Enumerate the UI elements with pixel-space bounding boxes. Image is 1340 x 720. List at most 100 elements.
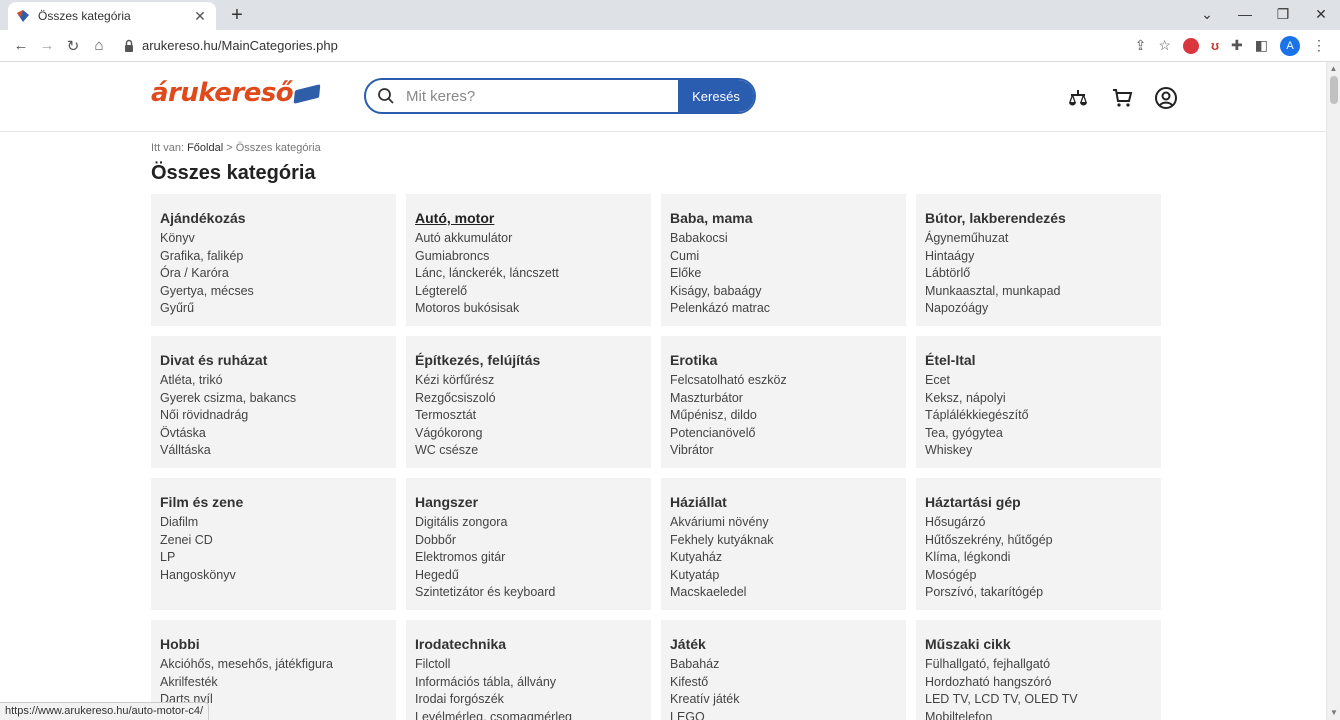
subcategory-link[interactable]: Felcsatolható eszköz [670, 372, 897, 390]
category-title-link[interactable]: Autó, motor [415, 210, 642, 226]
subcategory-link[interactable]: Kutyatáp [670, 567, 897, 585]
ublock-icon[interactable]: ʊ [1211, 38, 1219, 53]
subcategory-link[interactable]: Tea, gyógytea [925, 425, 1152, 443]
subcategory-link[interactable]: Ágyneműhuzat [925, 230, 1152, 248]
side-panel-icon[interactable]: ◧ [1255, 37, 1268, 54]
subcategory-link[interactable]: Fekhely kutyáknak [670, 532, 897, 550]
subcategory-link[interactable]: LP [160, 549, 387, 567]
subcategory-link[interactable]: Termosztát [415, 407, 642, 425]
back-arrow-icon[interactable]: ← [8, 37, 34, 54]
subcategory-link[interactable]: Elektromos gitár [415, 549, 642, 567]
subcategory-link[interactable]: Akcióhős, mesehős, játékfigura [160, 656, 387, 674]
user-account-icon[interactable] [1154, 86, 1178, 110]
subcategory-link[interactable]: Vibrátor [670, 442, 897, 460]
subcategory-link[interactable]: Hűtőszekrény, hűtőgép [925, 532, 1152, 550]
subcategory-link[interactable]: Kifestő [670, 674, 897, 692]
subcategory-link[interactable]: LEGO [670, 709, 897, 720]
subcategory-link[interactable]: Légterelő [415, 283, 642, 301]
minimize-button[interactable]: — [1226, 0, 1264, 30]
category-title-link[interactable]: Film és zene [160, 494, 387, 510]
category-title-link[interactable]: Baba, mama [670, 210, 897, 226]
search-input[interactable] [406, 80, 678, 112]
scrollbar-thumb[interactable] [1330, 76, 1338, 104]
browser-tab[interactable]: Összes kategória ✕ [8, 2, 216, 30]
subcategory-link[interactable]: Kutyaház [670, 549, 897, 567]
compare-scale-icon[interactable] [1066, 86, 1090, 110]
category-title-link[interactable]: Irodatechnika [415, 636, 642, 652]
subcategory-link[interactable]: Lánc, lánckerék, láncszett [415, 265, 642, 283]
subcategory-link[interactable]: Babakocsi [670, 230, 897, 248]
category-title-link[interactable]: Étel-Ital [925, 352, 1152, 368]
scroll-up-arrow-icon[interactable]: ▲ [1327, 62, 1340, 76]
subcategory-link[interactable]: Porszívó, takarítógép [925, 584, 1152, 602]
subcategory-link[interactable]: Gumiabroncs [415, 248, 642, 266]
reload-icon[interactable]: ↻ [60, 37, 86, 55]
bookmark-star-icon[interactable]: ☆ [1158, 37, 1171, 54]
adblock-icon[interactable] [1182, 37, 1199, 54]
subcategory-link[interactable]: Hintaágy [925, 248, 1152, 266]
subcategory-link[interactable]: Övtáska [160, 425, 387, 443]
category-title-link[interactable]: Bútor, lakberendezés [925, 210, 1152, 226]
subcategory-link[interactable]: Macskaeledel [670, 584, 897, 602]
subcategory-link[interactable]: Hangoskönyv [160, 567, 387, 585]
subcategory-link[interactable]: Rezgőcsiszoló [415, 390, 642, 408]
profile-avatar[interactable]: A [1280, 35, 1300, 56]
extensions-puzzle-icon[interactable]: ✚ [1231, 37, 1243, 54]
new-tab-button[interactable]: + [226, 4, 248, 26]
category-title-link[interactable]: Hobbi [160, 636, 387, 652]
close-window-button[interactable]: ✕ [1302, 0, 1340, 30]
category-title-link[interactable]: Műszaki cikk [925, 636, 1152, 652]
subcategory-link[interactable]: Hordozható hangszóró [925, 674, 1152, 692]
subcategory-link[interactable]: Autó akkumulátor [415, 230, 642, 248]
subcategory-link[interactable]: Gyerek csizma, bakancs [160, 390, 387, 408]
subcategory-link[interactable]: Klíma, légkondi [925, 549, 1152, 567]
category-title-link[interactable]: Divat és ruházat [160, 352, 387, 368]
subcategory-link[interactable]: Maszturbátor [670, 390, 897, 408]
subcategory-link[interactable]: Gyűrű [160, 300, 387, 318]
subcategory-link[interactable]: Szintetizátor és keyboard [415, 584, 642, 602]
forward-arrow-icon[interactable]: → [34, 37, 60, 54]
subcategory-link[interactable]: Cumi [670, 248, 897, 266]
subcategory-link[interactable]: Zenei CD [160, 532, 387, 550]
subcategory-link[interactable]: Mosógép [925, 567, 1152, 585]
category-title-link[interactable]: Hangszer [415, 494, 642, 510]
subcategory-link[interactable]: Akváriumi növény [670, 514, 897, 532]
subcategory-link[interactable]: Keksz, nápolyi [925, 390, 1152, 408]
subcategory-link[interactable]: Gyertya, mécses [160, 283, 387, 301]
subcategory-link[interactable]: Hegedű [415, 567, 642, 585]
subcategory-link[interactable]: Vágókorong [415, 425, 642, 443]
category-title-link[interactable]: Építkezés, felújítás [415, 352, 642, 368]
breadcrumb-home-link[interactable]: Főoldal [187, 142, 223, 154]
cart-icon[interactable] [1110, 86, 1134, 110]
subcategory-link[interactable]: Munkaasztal, munkapad [925, 283, 1152, 301]
subcategory-link[interactable]: Atléta, trikó [160, 372, 387, 390]
subcategory-link[interactable]: Grafika, falikép [160, 248, 387, 266]
subcategory-link[interactable]: Kreatív játék [670, 691, 897, 709]
subcategory-link[interactable]: Hősugárzó [925, 514, 1152, 532]
subcategory-link[interactable]: Kézi körfűrész [415, 372, 642, 390]
subcategory-link[interactable]: Babaház [670, 656, 897, 674]
subcategory-link[interactable]: Kiságy, babaágy [670, 283, 897, 301]
subcategory-link[interactable]: Lábtörlő [925, 265, 1152, 283]
subcategory-link[interactable]: Filctoll [415, 656, 642, 674]
subcategory-link[interactable]: Fülhallgató, fejhallgató [925, 656, 1152, 674]
home-icon[interactable]: ⌂ [86, 37, 112, 54]
subcategory-link[interactable]: Digitális zongora [415, 514, 642, 532]
subcategory-link[interactable]: Női rövidnadrág [160, 407, 387, 425]
subcategory-link[interactable]: Diafilm [160, 514, 387, 532]
subcategory-link[interactable]: Táplálékkiegészítő [925, 407, 1152, 425]
subcategory-link[interactable]: LED TV, LCD TV, OLED TV [925, 691, 1152, 709]
tab-search-button[interactable]: ⌄ [1188, 0, 1226, 30]
page-scrollbar[interactable]: ▲ ▼ [1326, 62, 1340, 720]
subcategory-link[interactable]: Mobiltelefon [925, 709, 1152, 720]
address-bar[interactable]: arukereso.hu/MainCategories.php [122, 33, 1135, 59]
category-title-link[interactable]: Erotika [670, 352, 897, 368]
category-title-link[interactable]: Háztartási gép [925, 494, 1152, 510]
browser-menu-icon[interactable]: ⋮ [1312, 37, 1326, 54]
subcategory-link[interactable]: Információs tábla, állvány [415, 674, 642, 692]
tab-close-icon[interactable]: ✕ [192, 8, 208, 25]
subcategory-link[interactable]: Válltáska [160, 442, 387, 460]
subcategory-link[interactable]: Akrilfesték [160, 674, 387, 692]
subcategory-link[interactable]: Ecet [925, 372, 1152, 390]
subcategory-link[interactable]: Pelenkázó matrac [670, 300, 897, 318]
